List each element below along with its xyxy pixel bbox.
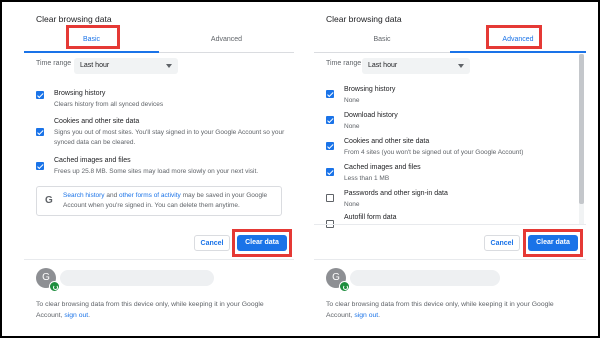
time-range-value: Last hour [80, 62, 110, 69]
time-range-value: Last hour [368, 62, 398, 69]
sign-out-link[interactable]: sign out [354, 312, 378, 319]
option-title: Browsing history [344, 86, 396, 93]
checkbox-checked[interactable] [326, 168, 334, 176]
option-subtitle: Signs you out of most sites. You'll stay… [54, 129, 285, 146]
checkbox-checked[interactable] [326, 116, 334, 124]
clear-data-button[interactable]: Clear data [528, 235, 578, 251]
option-title: Download history [344, 112, 398, 119]
option-subtitle: Less than 1 MB [344, 175, 390, 182]
dialog-title: Clear browsing data [36, 14, 112, 24]
tab-basic[interactable]: Basic [314, 28, 450, 52]
tab-bar: Basic Advanced [24, 28, 294, 53]
tab-bar: Basic Advanced [314, 28, 586, 53]
divider [24, 259, 294, 260]
scrollbar[interactable] [579, 54, 584, 224]
cancel-button[interactable]: Cancel [484, 235, 520, 251]
divider [314, 224, 586, 225]
google-activity-info-text: Search history and other forms of activi… [63, 191, 277, 211]
option-title: Passwords and other sign-in data [344, 190, 448, 197]
clear-data-button[interactable]: Clear data [237, 235, 287, 251]
chevron-down-icon [166, 64, 172, 68]
dialog-title: Clear browsing data [326, 14, 402, 24]
option-subtitle: None [344, 97, 360, 104]
option-title: Cached images and files [344, 164, 421, 171]
option-title: Cookies and other site data [54, 118, 140, 125]
info-text-part: and [104, 192, 120, 199]
option-title: Autofill form data [344, 214, 397, 221]
hint-text-end: . [378, 311, 381, 319]
account-row: G [314, 264, 586, 296]
clear-browsing-data-dialog-advanced: Clear browsing data Basic Advanced Time … [314, 2, 586, 332]
time-range-label: Time range [36, 60, 72, 67]
clear-browsing-data-dialog-basic: Clear browsing data Basic Advanced Time … [24, 2, 294, 332]
option-subtitle: Frees up 25.8 MB. Some sites may load mo… [54, 168, 259, 175]
account-row: G [24, 264, 294, 296]
option-title: Browsing history [54, 90, 106, 97]
checkbox-checked[interactable] [36, 91, 44, 99]
option-subtitle: None [344, 201, 360, 208]
scrollbar-thumb[interactable] [579, 54, 584, 204]
hint-text-end: . [88, 311, 91, 319]
sign-out-hint: To clear browsing data from this device … [36, 300, 286, 321]
sync-icon [339, 281, 350, 292]
other-activity-link[interactable]: other forms of activity [119, 192, 181, 199]
google-g-icon: G [45, 195, 53, 206]
checkbox-unchecked[interactable] [326, 194, 334, 202]
cancel-button[interactable]: Cancel [194, 235, 230, 251]
option-subtitle: From 4 sites (you won't be signed out of… [344, 149, 524, 156]
checkbox-checked[interactable] [36, 162, 44, 170]
sync-icon [49, 281, 60, 292]
account-name-redacted [350, 270, 500, 286]
option-subtitle: None [344, 123, 360, 130]
sign-out-hint: To clear browsing data from this device … [326, 300, 576, 321]
tab-advanced[interactable]: Advanced [159, 28, 294, 52]
checkbox-checked[interactable] [326, 90, 334, 98]
time-range-label: Time range [326, 60, 362, 67]
checkbox-checked[interactable] [36, 128, 44, 136]
sign-out-link[interactable]: sign out [64, 312, 88, 319]
google-activity-info-box: G Search history and other forms of acti… [36, 186, 282, 216]
account-name-redacted [60, 270, 214, 286]
chevron-down-icon [458, 64, 464, 68]
time-range-select[interactable]: Last hour [74, 58, 178, 74]
tab-basic[interactable]: Basic [24, 28, 159, 53]
option-title: Cookies and other site data [344, 138, 430, 145]
search-history-link[interactable]: Search history [63, 192, 105, 199]
checkbox-checked[interactable] [326, 142, 334, 150]
option-subtitle: Clears history from all synced devices [54, 101, 164, 108]
divider [314, 259, 586, 260]
option-title: Cached images and files [54, 157, 131, 164]
time-range-select[interactable]: Last hour [362, 58, 470, 74]
tab-advanced[interactable]: Advanced [450, 28, 586, 53]
